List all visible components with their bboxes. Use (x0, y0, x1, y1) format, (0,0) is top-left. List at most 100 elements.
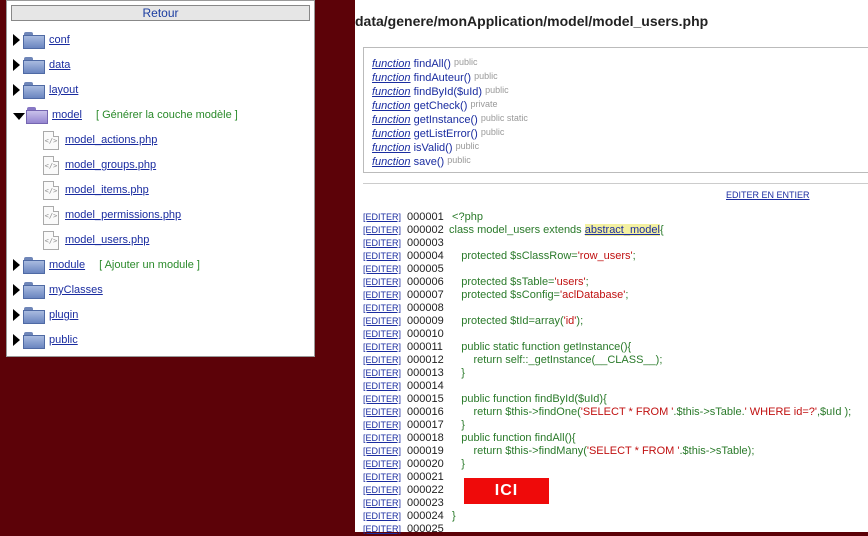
expand-right-icon[interactable] (13, 59, 20, 71)
divider (363, 183, 868, 184)
edit-line-link[interactable]: [EDITER] (363, 211, 407, 224)
edit-line-link[interactable]: [EDITER] (363, 302, 407, 315)
folder-item[interactable]: layout (13, 79, 78, 101)
method-item[interactable]: function getListError() public (372, 127, 868, 141)
file-link[interactable]: model_actions.php (65, 134, 157, 146)
expand-right-icon[interactable] (13, 84, 20, 96)
method-name[interactable]: findById($uId) (411, 86, 486, 98)
file-item[interactable]: </> model_items.php (43, 179, 149, 201)
edit-line-link[interactable]: [EDITER] (363, 484, 407, 497)
edit-line-link[interactable]: [EDITER] (363, 497, 407, 510)
file-item[interactable]: </> model_users.php (43, 229, 149, 251)
method-name[interactable]: save() (411, 156, 448, 168)
folder-item[interactable]: model [ Générer la couche modèle ] (13, 104, 238, 126)
function-keyword[interactable]: function (372, 86, 411, 98)
php-file-icon: </> (43, 180, 59, 200)
function-keyword[interactable]: function (372, 142, 411, 154)
edit-line-link[interactable]: [EDITER] (363, 276, 407, 289)
code-line: [EDITER] 000012 return self::_getInstance… (363, 354, 662, 367)
folder-link[interactable]: plugin (49, 309, 78, 321)
method-visibility: public (480, 127, 505, 137)
folder-item[interactable]: public (13, 329, 78, 351)
edit-line-link[interactable]: [EDITER] (363, 289, 407, 302)
folder-link[interactable]: conf (49, 34, 70, 46)
expand-right-icon[interactable] (13, 259, 20, 271)
class-link[interactable]: abstract_model (584, 224, 660, 236)
folder-action-link[interactable]: [ Ajouter un module ] (99, 259, 200, 271)
edit-line-link[interactable]: [EDITER] (363, 354, 407, 367)
edit-line-link[interactable]: [EDITER] (363, 328, 407, 341)
edit-line-link[interactable]: [EDITER] (363, 367, 407, 380)
folder-item[interactable]: conf (13, 29, 70, 51)
expand-down-icon[interactable] (13, 112, 25, 120)
file-item[interactable]: </> model_permissions.php (43, 204, 181, 226)
code-text: protected $sClassRow= (449, 250, 578, 262)
function-keyword[interactable]: function (372, 100, 411, 112)
function-keyword[interactable]: function (372, 58, 411, 70)
edit-line-link[interactable]: [EDITER] (363, 445, 407, 458)
edit-line-link[interactable]: [EDITER] (363, 458, 407, 471)
edit-line-link[interactable]: [EDITER] (363, 380, 407, 393)
expand-right-icon[interactable] (13, 34, 20, 46)
edit-line-link[interactable]: [EDITER] (363, 419, 407, 432)
edit-line-link[interactable]: [EDITER] (363, 237, 407, 250)
folder-link[interactable]: public (49, 334, 78, 346)
expand-right-icon[interactable] (13, 309, 20, 321)
method-name[interactable]: findAuteur() (411, 72, 475, 84)
method-item[interactable]: function findAll() public (372, 57, 868, 71)
line-number: 000004 (407, 250, 444, 262)
method-item[interactable]: function save() public (372, 155, 868, 169)
method-item[interactable]: function findById($uId) public (372, 85, 868, 99)
folder-link[interactable]: model (52, 109, 82, 121)
line-number: 000017 (407, 419, 444, 431)
edit-line-link[interactable]: [EDITER] (363, 406, 407, 419)
file-link[interactable]: model_users.php (65, 234, 149, 246)
edit-line-link[interactable]: [EDITER] (363, 432, 407, 445)
folder-item[interactable]: data (13, 54, 70, 76)
edit-line-link[interactable]: [EDITER] (363, 341, 407, 354)
folder-link[interactable]: data (49, 59, 70, 71)
file-link[interactable]: model_items.php (65, 184, 149, 196)
method-item[interactable]: function getInstance() public static (372, 113, 868, 127)
edit-all-link[interactable]: EDITER EN ENTIER (726, 190, 810, 200)
file-link[interactable]: model_permissions.php (65, 209, 181, 221)
function-keyword[interactable]: function (372, 72, 411, 84)
method-name[interactable]: getInstance() (411, 114, 481, 126)
edit-line-link[interactable]: [EDITER] (363, 471, 407, 484)
code-line: [EDITER] 000001 <?php (363, 211, 483, 224)
line-number: 000025 (407, 523, 444, 535)
method-item[interactable]: function getCheck() private (372, 99, 868, 113)
file-item[interactable]: </> model_groups.php (43, 154, 156, 176)
method-name[interactable]: getCheck() (411, 100, 471, 112)
expand-right-icon[interactable] (13, 284, 20, 296)
method-name[interactable]: findAll() (411, 58, 454, 70)
folder-item[interactable]: module [ Ajouter un module ] (13, 254, 200, 276)
function-keyword[interactable]: function (372, 128, 411, 140)
file-link[interactable]: model_groups.php (65, 159, 156, 171)
method-item[interactable]: function isValid() public (372, 141, 868, 155)
folder-link[interactable]: module (49, 259, 85, 271)
edit-line-link[interactable]: [EDITER] (363, 523, 407, 536)
folder-item[interactable]: plugin (13, 304, 78, 326)
line-number: 000024 (407, 510, 444, 522)
edit-line-link[interactable]: [EDITER] (363, 250, 407, 263)
back-link[interactable]: Retour (11, 5, 310, 21)
file-item[interactable]: </> model_actions.php (43, 129, 157, 151)
folder-icon (23, 81, 45, 99)
method-item[interactable]: function findAuteur() public (372, 71, 868, 85)
function-keyword[interactable]: function (372, 114, 411, 126)
function-keyword[interactable]: function (372, 156, 411, 168)
edit-line-link[interactable]: [EDITER] (363, 510, 407, 523)
method-name[interactable]: isValid() (411, 142, 456, 154)
edit-line-link[interactable]: [EDITER] (363, 393, 407, 406)
edit-line-link[interactable]: [EDITER] (363, 224, 407, 237)
code-line: [EDITER] 000024 } (363, 510, 456, 523)
folder-item[interactable]: myClasses (13, 279, 103, 301)
expand-right-icon[interactable] (13, 334, 20, 346)
method-name[interactable]: getListError() (411, 128, 481, 140)
edit-line-link[interactable]: [EDITER] (363, 263, 407, 276)
edit-line-link[interactable]: [EDITER] (363, 315, 407, 328)
folder-link[interactable]: myClasses (49, 284, 103, 296)
folder-action-link[interactable]: [ Générer la couche modèle ] (96, 109, 238, 121)
folder-link[interactable]: layout (49, 84, 78, 96)
